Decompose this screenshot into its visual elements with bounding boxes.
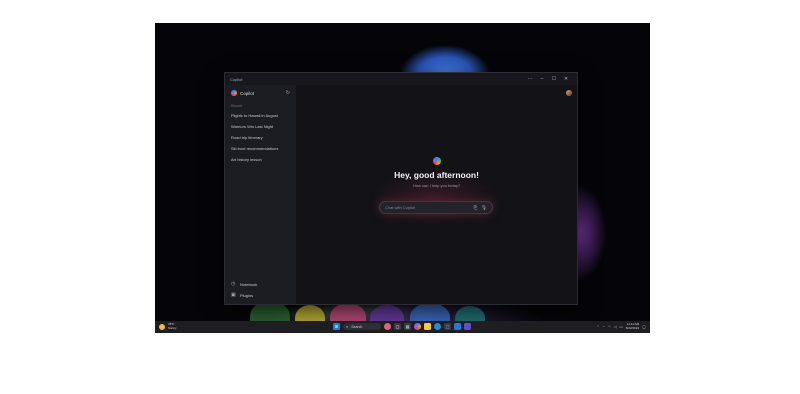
plugins-icon: ▣ bbox=[231, 292, 236, 298]
copilot-logo-icon bbox=[432, 157, 441, 165]
search-label: Search bbox=[351, 324, 363, 329]
taskbar-search[interactable]: ⌕ Search bbox=[343, 323, 381, 330]
sidebar: Copilot ↻ Recent Flights to Hawaii in Au… bbox=[225, 85, 296, 304]
maximize-button[interactable]: ☐ bbox=[548, 76, 560, 82]
avatar[interactable] bbox=[566, 90, 572, 96]
weather-condition: Sunny bbox=[168, 325, 177, 330]
wifi-icon[interactable]: ◠ bbox=[608, 325, 611, 329]
notebook-label: Notebook bbox=[240, 282, 258, 287]
recent-label: Recent bbox=[231, 104, 243, 108]
greeting-heading: Hey, good afternoon! bbox=[394, 170, 479, 180]
recent-item[interactable]: Art history lesson bbox=[225, 154, 296, 165]
window-title: Copilot bbox=[230, 76, 243, 82]
more-options-button[interactable]: ··· bbox=[524, 76, 536, 82]
copilot-taskbar-icon[interactable] bbox=[414, 323, 421, 330]
chat-input-box: ⎘ 🎙 bbox=[379, 201, 493, 214]
chevron-up-icon[interactable]: ⌃ bbox=[597, 325, 600, 329]
notifications-icon[interactable]: ◯ bbox=[642, 325, 646, 329]
task-view-icon[interactable]: ▢ bbox=[394, 323, 401, 330]
battery-icon[interactable]: ▭ bbox=[619, 325, 622, 329]
start-windows-icon[interactable]: ⊞ bbox=[333, 323, 340, 330]
copilot-window: Copilot ··· – ☐ ✕ Copilot ↻ Recent Fligh… bbox=[224, 72, 578, 305]
copilot-logo-icon bbox=[231, 90, 237, 96]
network-icon[interactable]: ◔ bbox=[603, 325, 605, 329]
minimize-button[interactable]: – bbox=[536, 76, 548, 82]
file-explorer-icon[interactable] bbox=[424, 323, 431, 330]
notebook-icon: ◷ bbox=[231, 281, 236, 287]
chat-icon[interactable]: ▤ bbox=[404, 323, 411, 330]
chat-main-area: Hey, good afternoon! How can I help you … bbox=[296, 85, 577, 304]
greeting-subtitle: How can I help you today? bbox=[412, 183, 461, 188]
new-chat-icon[interactable]: ↻ bbox=[286, 90, 290, 96]
mail-icon[interactable] bbox=[454, 323, 461, 330]
recent-item[interactable]: Road trip itinerary bbox=[225, 132, 296, 143]
plugins-label: Plugins bbox=[240, 293, 254, 298]
sidebar-item-notebook[interactable]: ◷ Notebook bbox=[225, 279, 296, 290]
taskbar: 78°F Sunny ⊞ ⌕ Search ▢ ▤ ⬚ ⌃ ◔ ◠ ◁ ▭ 11… bbox=[155, 321, 650, 333]
desktop-screen: Copilot ··· – ☐ ✕ Copilot ↻ Recent Fligh… bbox=[155, 23, 650, 333]
volume-icon[interactable]: ◁ bbox=[614, 325, 617, 329]
sidebar-header: Copilot ↻ bbox=[225, 85, 296, 101]
sun-icon bbox=[159, 323, 165, 330]
welcome-block: Hey, good afternoon! How can I help you … bbox=[296, 157, 577, 188]
attach-icon[interactable]: ⎘ bbox=[474, 205, 478, 210]
store-icon[interactable]: ⬚ bbox=[444, 323, 451, 330]
app-icon[interactable] bbox=[464, 323, 471, 330]
clock[interactable]: 11:11 AM 6/22/2024 bbox=[625, 322, 640, 330]
close-button[interactable]: ✕ bbox=[560, 76, 572, 82]
sidebar-bottom-links: ◷ Notebook ▣ Plugins bbox=[225, 279, 296, 301]
weather-widget[interactable]: 78°F Sunny bbox=[159, 322, 177, 330]
sidebar-item-plugins[interactable]: ▣ Plugins bbox=[225, 290, 296, 301]
widgets-icon[interactable] bbox=[384, 323, 391, 330]
clock-date: 6/22/2024 bbox=[625, 325, 640, 330]
search-icon: ⌕ bbox=[346, 324, 349, 329]
chat-input[interactable] bbox=[385, 205, 470, 210]
title-bar: Copilot ··· – ☐ ✕ bbox=[225, 73, 577, 85]
recent-item[interactable]: Ski boot recommendations bbox=[225, 143, 296, 154]
app-name: Copilot bbox=[240, 90, 255, 96]
system-tray: ⌃ ◔ ◠ ◁ ▭ 11:11 AM 6/22/2024 ◯ bbox=[597, 322, 646, 330]
recent-item[interactable]: Flights to Hawaii in August bbox=[225, 110, 296, 121]
recent-item[interactable]: Warriors Win Last Night bbox=[225, 121, 296, 132]
taskbar-apps: ⊞ ⌕ Search ▢ ▤ ⬚ bbox=[333, 323, 471, 330]
microphone-icon[interactable]: 🎙 bbox=[481, 205, 487, 211]
edge-browser-icon[interactable] bbox=[434, 323, 441, 330]
